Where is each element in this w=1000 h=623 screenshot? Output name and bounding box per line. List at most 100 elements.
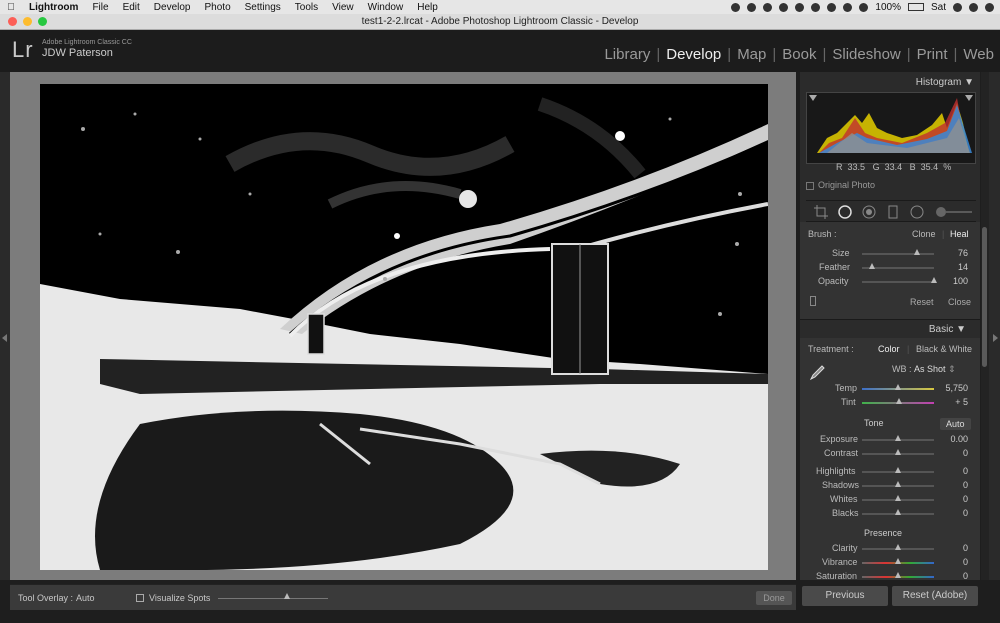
wifi-icon[interactable] <box>843 2 853 12</box>
menu-app[interactable]: Lightroom <box>22 2 85 13</box>
whites-value[interactable]: 0 <box>940 494 968 504</box>
clarity-slider-knob[interactable] <box>895 544 901 550</box>
exposure-slider-knob[interactable] <box>895 435 901 441</box>
apple-icon[interactable]:  <box>0 2 22 13</box>
scrollbar-thumb[interactable] <box>982 227 987 367</box>
contrast-label: Contrast <box>824 448 859 458</box>
opacity-label: Opacity <box>818 276 849 286</box>
menu-help[interactable]: Help <box>410 2 445 13</box>
volume-icon[interactable] <box>859 2 869 12</box>
bluetooth-icon[interactable] <box>827 2 837 12</box>
opacity-slider[interactable] <box>862 281 934 283</box>
menu-file[interactable]: File <box>85 2 115 13</box>
histogram[interactable] <box>806 92 976 164</box>
sync-icon[interactable] <box>747 2 757 12</box>
reset-adobe-button[interactable]: Reset (Adobe) <box>892 586 978 606</box>
temp-value[interactable]: 5,750 <box>940 383 968 393</box>
wb-select[interactable]: As Shot <box>914 364 946 374</box>
tint-slider-knob[interactable] <box>896 398 903 404</box>
menu-photo[interactable]: Photo <box>198 2 238 13</box>
blacks-slider-knob[interactable] <box>895 509 901 515</box>
saturation-value[interactable]: 0 <box>940 571 968 581</box>
siri-icon[interactable] <box>969 2 978 12</box>
eyedropper-icon[interactable] <box>808 364 826 382</box>
panel-switch-icon[interactable] <box>810 296 816 306</box>
clone-option[interactable]: Clone <box>912 229 936 239</box>
info-icon[interactable] <box>795 2 805 12</box>
shadows-value[interactable]: 0 <box>940 480 968 490</box>
module-map[interactable]: Map <box>737 46 766 63</box>
saturation-slider-knob[interactable] <box>895 572 901 578</box>
menu-view[interactable]: View <box>325 2 361 13</box>
whites-slider-knob[interactable] <box>895 495 901 501</box>
vibrance-slider-knob[interactable] <box>895 558 901 564</box>
adjustment-brush-icon[interactable] <box>934 205 974 219</box>
exposure-value[interactable]: 0.00 <box>940 434 968 444</box>
highlights-value[interactable]: 0 <box>940 466 968 476</box>
brush-reset-button[interactable]: Reset <box>910 297 934 307</box>
red-eye-icon[interactable] <box>862 205 876 219</box>
right-panel-toggle[interactable] <box>989 72 1000 580</box>
creative-cloud-icon[interactable] <box>731 2 741 12</box>
highlights-slider-knob[interactable] <box>895 467 901 473</box>
day-label[interactable]: Sat <box>931 2 946 13</box>
battery-icon[interactable] <box>907 3 924 11</box>
radial-filter-icon[interactable] <box>910 205 924 219</box>
size-slider-knob[interactable] <box>913 249 920 255</box>
module-develop[interactable]: Develop <box>666 46 721 63</box>
tint-value[interactable]: + 5 <box>940 397 968 407</box>
photo-visualize-spots[interactable] <box>40 84 768 570</box>
wb-dropdown-icon[interactable]: ⇕ <box>948 364 956 375</box>
module-book[interactable]: Book <box>782 46 816 63</box>
tool-overlay-select[interactable]: Auto <box>76 593 95 603</box>
clock-icon[interactable] <box>811 2 821 12</box>
size-value[interactable]: 76 <box>940 248 968 258</box>
graduated-filter-icon[interactable] <box>886 205 900 219</box>
shadows-slider-knob[interactable] <box>895 481 901 487</box>
basic-header[interactable]: Basic ▼ <box>800 322 980 338</box>
original-photo-checkbox[interactable] <box>806 181 814 190</box>
vibrance-value[interactable]: 0 <box>940 557 968 567</box>
crop-icon[interactable] <box>814 205 828 219</box>
opacity-slider-knob[interactable] <box>931 277 937 283</box>
contrast-slider-knob[interactable] <box>895 449 901 455</box>
treatment-bw[interactable]: Black & White <box>916 344 972 354</box>
feather-slider-knob[interactable] <box>869 263 876 269</box>
menu-window[interactable]: Window <box>361 2 411 13</box>
module-web[interactable]: Web <box>963 46 994 63</box>
spotlight-icon[interactable] <box>953 2 962 12</box>
module-print[interactable]: Print <box>917 46 948 63</box>
size-slider[interactable] <box>862 253 934 255</box>
notification-center-icon[interactable] <box>985 2 994 12</box>
heal-option[interactable]: Heal <box>950 229 969 239</box>
opacity-value[interactable]: 100 <box>940 276 968 286</box>
done-button[interactable]: Done <box>756 591 792 605</box>
clarity-value[interactable]: 0 <box>940 543 968 553</box>
menu-develop[interactable]: Develop <box>147 2 198 13</box>
left-panel-toggle[interactable] <box>0 72 10 580</box>
treatment-color[interactable]: Color <box>878 344 900 354</box>
menu-tools[interactable]: Tools <box>288 2 325 13</box>
visualize-threshold-slider[interactable] <box>218 598 328 599</box>
right-panel-scrollbar[interactable] <box>981 72 989 580</box>
cloud-icon[interactable] <box>763 2 773 12</box>
spot-removal-icon[interactable] <box>838 205 852 219</box>
visualize-spots-checkbox[interactable] <box>136 594 144 602</box>
temp-slider-knob[interactable] <box>895 384 901 390</box>
original-photo-toggle[interactable]: Original Photo <box>806 180 875 190</box>
previous-button[interactable]: Previous <box>802 586 888 606</box>
blacks-value[interactable]: 0 <box>940 508 968 518</box>
feather-value[interactable]: 14 <box>940 262 968 272</box>
tone-auto-button[interactable]: Auto <box>940 418 971 430</box>
module-slideshow[interactable]: Slideshow <box>832 46 900 63</box>
contrast-value[interactable]: 0 <box>940 448 968 458</box>
visualize-threshold-knob[interactable] <box>284 593 290 599</box>
exposure-label: Exposure <box>820 434 859 444</box>
dropbox-icon[interactable] <box>779 2 789 12</box>
menu-settings[interactable]: Settings <box>238 2 288 13</box>
histogram-header[interactable]: Histogram ▼ <box>800 72 980 90</box>
module-library[interactable]: Library <box>604 46 650 63</box>
photo-canvas[interactable] <box>10 72 796 580</box>
menu-edit[interactable]: Edit <box>116 2 147 13</box>
brush-close-button[interactable]: Close <box>948 297 971 307</box>
